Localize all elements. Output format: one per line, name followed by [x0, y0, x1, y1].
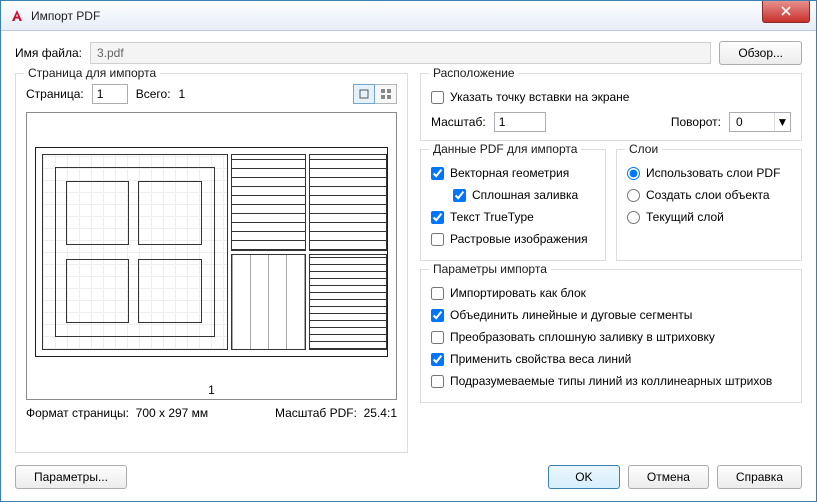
page-import-group: Страница для импорта Страница: Всего: 1: [15, 73, 408, 453]
page-size: Формат страницы: 700 x 297 мм: [26, 406, 208, 420]
specify-onscreen-label[interactable]: Указать точку вставки на экране: [450, 90, 629, 104]
layers-pdf-radio[interactable]: [627, 167, 640, 180]
page-input[interactable]: [92, 84, 128, 104]
join-segments-checkbox[interactable]: [431, 309, 444, 322]
total-value: 1: [179, 87, 186, 101]
file-row: Имя файла: 3.pdf Обзор...: [15, 41, 802, 65]
filename-label: Имя файла:: [15, 46, 82, 60]
scale-label: Масштаб:: [431, 115, 486, 129]
import-options-group: Параметры импорта Импортировать как блок…: [420, 269, 802, 403]
join-segments-label[interactable]: Объединить линейные и дуговые сегменты: [450, 308, 692, 322]
total-label: Всего:: [136, 87, 171, 101]
layers-legend: Слои: [625, 142, 662, 156]
truetype-label[interactable]: Текст TrueType: [450, 210, 534, 224]
layers-current-label[interactable]: Текущий слой: [646, 210, 724, 224]
preview-inner: [27, 113, 396, 377]
window-title: Импорт PDF: [31, 9, 100, 23]
page-footer: Формат страницы: 700 x 297 мм Масштаб PD…: [26, 400, 397, 420]
apply-lineweight-checkbox[interactable]: [431, 353, 444, 366]
vector-geometry-checkbox[interactable]: [431, 167, 444, 180]
cancel-button[interactable]: Отмена: [628, 465, 709, 489]
rotation-value: 0: [730, 115, 774, 129]
titleblock-cell: [309, 254, 387, 351]
layers-group: Слои Использовать слои PDF Создать слои …: [616, 149, 802, 261]
pdf-data-legend: Данные PDF для импорта: [429, 142, 581, 156]
chevron-down-icon: ▼: [774, 113, 790, 131]
close-button[interactable]: [762, 1, 810, 23]
page-select-row: Страница: Всего: 1: [26, 84, 397, 104]
location-legend: Расположение: [429, 66, 519, 80]
titlebar: Импорт PDF: [1, 1, 816, 31]
rotation-dropdown[interactable]: 0 ▼: [729, 112, 791, 132]
content: Имя файла: 3.pdf Обзор... Страница для и…: [1, 31, 816, 501]
apply-lineweight-label[interactable]: Применить свойства веса линий: [450, 352, 631, 366]
as-block-checkbox[interactable]: [431, 287, 444, 300]
convert-fill-label[interactable]: Преобразовать сплошную заливку в штрихов…: [450, 330, 715, 344]
raster-label[interactable]: Растровые изображения: [450, 232, 588, 246]
filename-field: 3.pdf: [90, 42, 711, 64]
location-group: Расположение Указать точку вставки на эк…: [420, 73, 802, 141]
layers-object-label[interactable]: Создать слои объекта: [646, 188, 770, 202]
scale-input[interactable]: [494, 112, 546, 132]
specify-onscreen-checkbox[interactable]: [431, 91, 444, 104]
solid-fill-checkbox[interactable]: [453, 189, 466, 202]
infer-linetypes-label[interactable]: Подразумеваемые типы линий из коллинеарн…: [450, 374, 772, 388]
preview-page-number: 1: [27, 377, 396, 399]
import-options-legend: Параметры импорта: [429, 262, 551, 276]
page-import-legend: Страница для импорта: [24, 66, 160, 80]
schedule-cell-1: [231, 154, 306, 251]
solid-fill-label[interactable]: Сплошная заливка: [472, 188, 578, 202]
preview-box: 1: [26, 112, 397, 400]
truetype-checkbox[interactable]: [431, 211, 444, 224]
view-toggle: [353, 84, 397, 104]
button-row: Параметры... OK Отмена Справка: [15, 461, 802, 489]
vector-geometry-label[interactable]: Векторная геометрия: [450, 166, 569, 180]
dialog-window: Импорт PDF Имя файла: 3.pdf Обзор... Стр…: [0, 0, 817, 502]
single-view-button[interactable]: [353, 84, 375, 104]
floorplan-cell: [42, 154, 228, 350]
infer-linetypes-checkbox[interactable]: [431, 375, 444, 388]
browse-button[interactable]: Обзор...: [719, 41, 802, 65]
drawing-thumbnail: [35, 147, 388, 357]
pdf-data-group: Данные PDF для импорта Векторная геометр…: [420, 149, 606, 261]
help-button[interactable]: Справка: [717, 465, 802, 489]
layers-current-radio[interactable]: [627, 211, 640, 224]
app-icon: [9, 8, 25, 24]
schedule-cell-2: [309, 154, 387, 251]
grid-view-button[interactable]: [375, 84, 397, 104]
layers-object-radio[interactable]: [627, 189, 640, 202]
options-button[interactable]: Параметры...: [15, 465, 127, 489]
page-label: Страница:: [26, 87, 84, 101]
detail-cell: [231, 254, 306, 351]
filename-value: 3.pdf: [97, 46, 124, 60]
raster-checkbox[interactable]: [431, 233, 444, 246]
ok-button[interactable]: OK: [548, 465, 620, 489]
as-block-label[interactable]: Импортировать как блок: [450, 286, 586, 300]
layers-pdf-label[interactable]: Использовать слои PDF: [646, 166, 780, 180]
rotation-label: Поворот:: [671, 115, 721, 129]
pdf-scale: Масштаб PDF: 25.4:1: [275, 406, 397, 420]
convert-fill-checkbox[interactable]: [431, 331, 444, 344]
